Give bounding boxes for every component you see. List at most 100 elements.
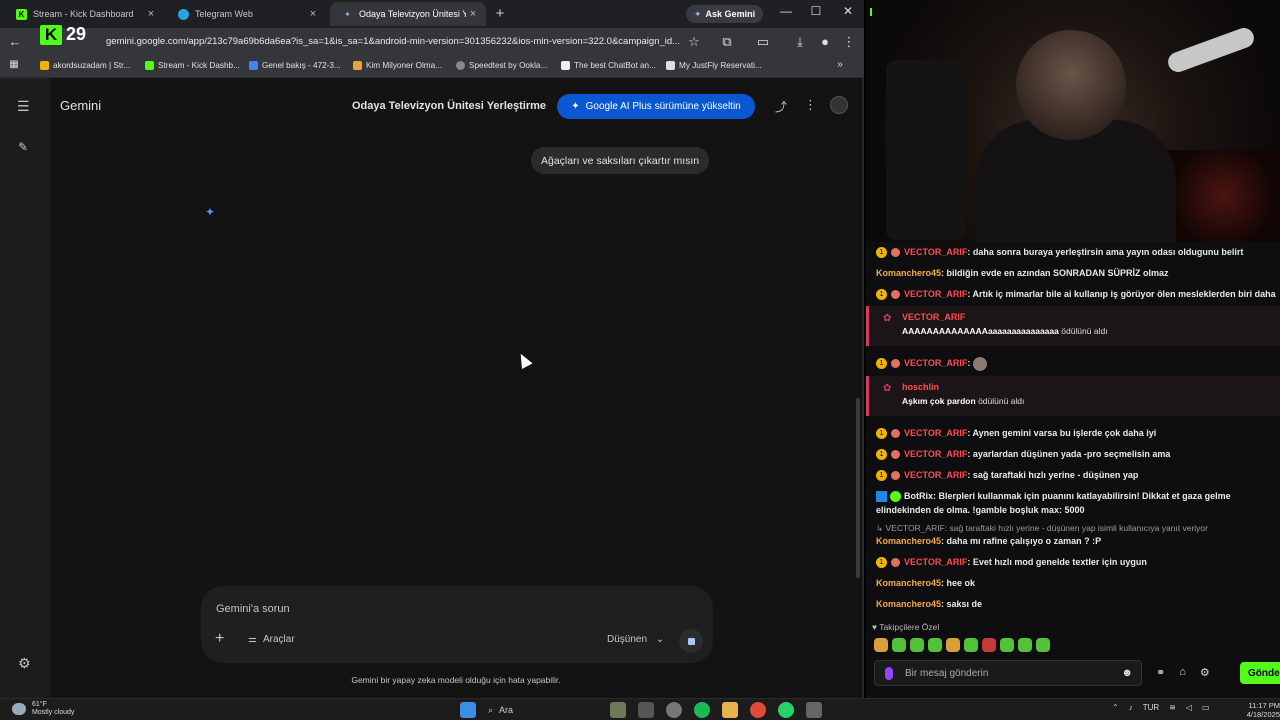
bookmark-item[interactable]: Speedtest by Ookla... — [456, 61, 547, 70]
wifi-icon[interactable]: ≋ — [1169, 703, 1176, 712]
extensions-icon[interactable]: ⧉ — [719, 34, 735, 50]
user-badge-icon — [891, 558, 900, 568]
reward-username[interactable]: hoschlin — [902, 382, 939, 392]
tools-button[interactable]: ⚌ Araçlar — [248, 634, 295, 645]
emote-bar — [874, 638, 1050, 652]
tab-gemini[interactable]: ✦ Odaya Televizyon Ünitesi Yerleş × — [330, 2, 486, 26]
scrollbar[interactable] — [856, 398, 860, 578]
store-icon[interactable]: ⌂ — [1179, 666, 1186, 679]
whatsapp-icon[interactable] — [778, 702, 794, 718]
more-options-icon[interactable]: ⋮ — [804, 97, 817, 113]
clock[interactable]: 11:17 PM 4/18/2025 — [1240, 701, 1280, 719]
chat-username[interactable]: VECTOR_ARIF — [904, 470, 967, 480]
bookmark-item[interactable]: akordsuzadam | Str... — [40, 61, 130, 70]
chevron-down-icon: ⌄ — [655, 634, 665, 645]
close-window-button[interactable]: ✕ — [838, 4, 858, 18]
chat-username[interactable]: Komanchero45 — [876, 268, 941, 278]
download-icon[interactable]: ⤓ — [792, 34, 808, 50]
language-indicator[interactable]: TUR — [1143, 703, 1159, 712]
upgrade-button[interactable]: ✦ Google AI Plus sürümüne yükseltin — [557, 94, 755, 119]
prompt-input[interactable]: Gemini'a sorun — [216, 603, 290, 615]
maximize-button[interactable]: ☐ — [806, 4, 826, 18]
chat-username[interactable]: Komanchero45 — [876, 536, 941, 546]
emote-icon[interactable] — [910, 638, 924, 652]
emote-icon[interactable] — [1000, 638, 1014, 652]
chat-username[interactable]: Komanchero45 — [876, 599, 941, 609]
close-tab-icon[interactable]: × — [306, 8, 320, 20]
bookmark-item[interactable]: Genel bakış - 472-3... — [249, 61, 341, 70]
chat-username[interactable]: VECTOR_ARIF — [904, 247, 967, 257]
stop-generation-button[interactable] — [679, 629, 703, 653]
emote-icon[interactable] — [1036, 638, 1050, 652]
chat-username[interactable]: VECTOR_ARIF — [904, 557, 967, 567]
chat-username[interactable]: VECTOR_ARIF — [904, 449, 967, 459]
windows-start-icon[interactable] — [460, 702, 476, 718]
emote-icon[interactable] — [874, 638, 888, 652]
points-icon[interactable]: ⚭ — [1156, 666, 1165, 679]
followers-only-label: ♥ Takipçilere Özel — [872, 622, 939, 632]
weather-widget[interactable]: 61°F Mostly cloudy — [12, 701, 74, 717]
add-attachment-icon[interactable]: + — [215, 630, 224, 648]
more-bookmarks-icon[interactable]: » — [832, 59, 848, 70]
chat-username[interactable]: VECTOR_ARIF — [904, 289, 967, 299]
battery-icon[interactable]: ▭ — [1202, 703, 1210, 712]
bookmark-star-icon[interactable]: ☆ — [686, 34, 702, 50]
apps-grid-icon[interactable]: ▦ — [6, 59, 22, 70]
prompt-box: Gemini'a sorun + ⚌ Araçlar Düşünen ⌄ — [201, 586, 713, 663]
widgets-icon[interactable] — [610, 702, 626, 718]
spotify-icon[interactable] — [694, 702, 710, 718]
file-explorer-icon[interactable] — [722, 702, 738, 718]
hamburger-menu-icon[interactable]: ☰ — [17, 98, 30, 115]
volume-icon[interactable]: ◁ — [1186, 703, 1192, 712]
bookmark-item[interactable]: Stream - Kick Dashb... — [145, 61, 240, 70]
back-arrow-icon[interactable]: ← — [7, 34, 23, 49]
model-mode-select[interactable]: Düşünen ⌄ — [607, 634, 664, 645]
chat-message-input[interactable]: Bir mesaj gönderin ☻ — [874, 660, 1142, 686]
emote-icon[interactable] — [964, 638, 978, 652]
reward-username[interactable]: VECTOR_ARIF — [902, 312, 965, 322]
obs-icon[interactable] — [666, 702, 682, 718]
chat-username[interactable]: Komanchero45 — [876, 578, 941, 588]
chrome-icon[interactable] — [750, 702, 766, 718]
emote-icon[interactable] — [1018, 638, 1032, 652]
emote-icon[interactable] — [892, 638, 906, 652]
bookmark-item[interactable]: My JustFly Reservati... — [666, 61, 762, 70]
emote-icon[interactable] — [928, 638, 942, 652]
tab-telegram[interactable]: Telegram Web × — [166, 2, 326, 26]
app-icon[interactable] — [806, 702, 822, 718]
task-view-icon[interactable] — [638, 702, 654, 718]
ask-gemini-button[interactable]: ✦ Ask Gemini — [686, 5, 764, 23]
minimize-button[interactable]: — — [776, 4, 796, 18]
chat-settings-icon[interactable]: ⚙ — [1200, 666, 1210, 679]
chat-username[interactable]: VECTOR_ARIF — [904, 358, 967, 368]
new-tab-button[interactable]: + — [492, 5, 508, 22]
bookmark-item[interactable]: Kim Milyoner Olma... — [353, 61, 442, 70]
cast-icon[interactable]: ▭ — [755, 34, 771, 50]
settings-gear-icon[interactable]: ⚙ — [18, 655, 31, 672]
microphone-icon[interactable]: ♪ — [1129, 703, 1133, 712]
gemini-brand[interactable]: Gemini — [60, 98, 101, 113]
chat-username[interactable]: BotRix — [904, 491, 933, 501]
user-badge-icon — [891, 429, 900, 439]
send-button[interactable]: Gönder — [1240, 662, 1280, 684]
share-icon[interactable]: ⤴ — [775, 98, 787, 115]
emote-icon[interactable] — [946, 638, 960, 652]
browser-menu-icon[interactable]: ⋮ — [841, 34, 857, 50]
taskbar-search[interactable]: ⌕ Ara — [488, 705, 598, 716]
url-field[interactable]: gemini.google.com/app/213c79a69b6da6ea?i… — [106, 36, 681, 47]
profile-icon[interactable]: ● — [817, 34, 833, 49]
emoji-icon[interactable]: ☻ — [1121, 667, 1133, 679]
close-tab-icon[interactable]: × — [466, 8, 480, 20]
avatar[interactable] — [830, 96, 848, 114]
new-chat-icon[interactable]: ✎ — [18, 140, 28, 154]
chat-username[interactable]: VECTOR_ARIF — [904, 428, 967, 438]
close-tab-icon[interactable]: × — [144, 8, 158, 20]
bookmark-item[interactable]: The best ChatBot an... — [561, 61, 656, 70]
conversation-title[interactable]: Odaya Televizyon Ünitesi Yerleştirme — [352, 100, 546, 112]
chevron-up-icon[interactable]: ⌃ — [1112, 703, 1119, 712]
emote-icon[interactable] — [982, 638, 996, 652]
user-badge-icon — [891, 471, 900, 481]
reward-redemption: ✿ hoschlin Aşkım çok pardon ödülünü aldı — [866, 376, 1280, 416]
microphone-icon[interactable] — [885, 667, 893, 680]
tab-kick-dashboard[interactable]: K Stream - Kick Dashboard × — [4, 2, 164, 26]
